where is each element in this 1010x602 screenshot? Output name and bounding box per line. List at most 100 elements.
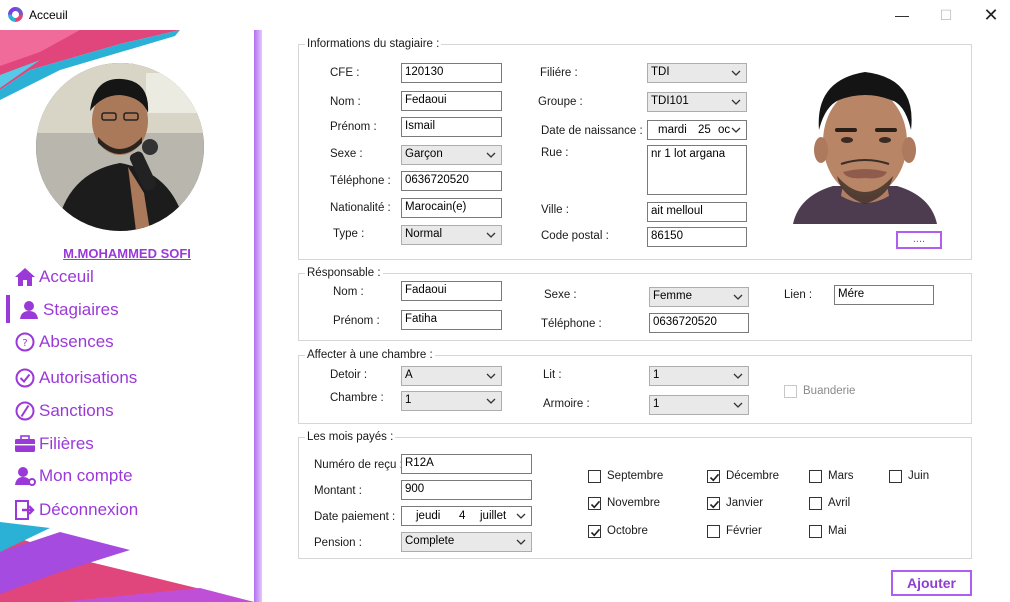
maximize-button[interactable]: ☐ [931,4,961,26]
chevron-down-icon [486,152,496,158]
responsable-sexe-select[interactable]: Femme [649,287,749,307]
month-checkbox-fevrier[interactable] [707,525,720,538]
ville-field[interactable]: ait melloul [647,202,747,222]
naissance-day: mardi [658,124,687,136]
detoir-value: A [405,369,413,381]
date-paiement-day: jeudi [416,510,441,522]
sexe-select[interactable]: Garçon [401,145,502,165]
add-button[interactable]: Ajouter [891,570,972,596]
montant-field[interactable]: 900 [401,480,532,500]
decorative-bottom-shape [0,522,254,602]
responsable-nom-label: Nom : [333,286,364,298]
nationalite-field[interactable]: Marocain(e) [401,198,502,218]
month-label-avril: Avril [828,497,851,509]
pension-value: Complete [405,535,455,547]
month-label-mars: Mars [828,470,854,482]
question-circle-icon: ? [14,331,36,353]
active-item-indicator [6,295,10,323]
armoire-select[interactable]: 1 [649,395,749,415]
filiere-value: TDI [651,66,670,78]
naissance-datepicker[interactable]: mardi 25 oc [647,120,747,140]
sidebar-item-stagiaires[interactable]: Stagiaires [18,296,254,324]
montant-label: Montant : [314,485,362,497]
month-checkbox-decembre[interactable] [707,470,720,483]
sidebar-item-acceuil[interactable]: Acceuil [14,263,250,291]
type-select[interactable]: Normal [401,225,502,245]
browse-photo-button[interactable]: .... [896,231,942,249]
month-checkbox-avril[interactable] [809,497,822,510]
responsable-telephone-label: Téléphone : [541,318,602,330]
nom-label: Nom : [330,96,361,108]
sidebar-item-filieres[interactable]: Filières [14,430,250,458]
user-name[interactable]: M.MOHAMMED SOFI [0,246,254,261]
sidebar-item-autorisations[interactable]: Autorisations [14,364,250,392]
sidebar-item-mon-compte[interactable]: Mon compte [14,462,250,490]
responsable-sexe-label: Sexe : [544,289,577,301]
chevron-down-icon [731,127,741,133]
month-checkbox-mars[interactable] [809,470,822,483]
groupe-select[interactable]: TDI101 [647,92,747,112]
sidebar-item-sanctions[interactable]: Sanctions [14,397,250,425]
buanderie-checkbox[interactable] [784,385,797,398]
lien-field[interactable]: Mére [834,285,934,305]
responsable-prenom-label: Prénom : [333,315,380,327]
check-circle-icon [14,367,36,389]
month-checkbox-septembre[interactable] [588,470,601,483]
armoire-label: Armoire : [543,398,590,410]
chevron-down-icon [516,539,526,545]
rue-field[interactable]: nr 1 lot argana [647,145,747,195]
naissance-month: oc [718,124,731,136]
sidebar-item-deconnexion[interactable]: Déconnexion [14,496,250,524]
sidebar-item-absences[interactable]: ? Absences [14,328,250,356]
month-checkbox-novembre[interactable] [588,497,601,510]
buanderie-label: Buanderie [803,385,856,397]
month-checkbox-janvier[interactable] [707,497,720,510]
naissance-num: 25 [698,124,711,136]
month-checkbox-juin[interactable] [889,470,902,483]
responsable-telephone-field[interactable]: 0636720520 [649,313,749,333]
sexe-label: Sexe : [330,148,363,160]
sidebar: M.MOHAMMED SOFI Acceuil Stagiaires ? Abs… [0,30,254,602]
date-paiement-datepicker[interactable]: jeudi 4 juillet [401,506,532,526]
home-icon [14,266,36,288]
sidebar-item-label: Mon compte [39,466,133,485]
pension-select[interactable]: Complete [401,532,532,552]
nom-field[interactable]: Fedaoui [401,91,502,111]
svg-text:?: ? [22,338,27,349]
month-label-fevrier: Février [726,525,762,537]
month-checkbox-octobre[interactable] [588,525,601,538]
chevron-down-icon [486,373,496,379]
cfe-field[interactable]: 120130 [401,63,502,83]
month-label-novembre: Novembre [607,497,661,509]
month-checkbox-mai[interactable] [809,525,822,538]
title-bar: Acceuil — ☐ ✕ [0,0,1010,30]
recu-field[interactable]: R12A [401,454,532,474]
recu-label: Numéro de reçu : [314,459,403,471]
minimize-button[interactable]: — [887,4,917,26]
stagiaire-photo [793,64,937,224]
month-label-decembre: Décembre [726,470,780,482]
lit-select[interactable]: 1 [649,366,749,386]
responsable-group-title: Résponsable : [305,267,383,279]
filiere-select[interactable]: TDI [647,63,747,83]
nationalite-label: Nationalité : [330,202,391,214]
avatar [36,63,204,231]
chambre-select[interactable]: 1 [401,391,502,411]
telephone-field[interactable]: 0636720520 [401,171,502,191]
code-postal-field[interactable]: 86150 [647,227,747,247]
window-title: Acceuil [29,8,68,22]
sidebar-item-label: Déconnexion [39,500,139,519]
responsable-nom-field[interactable]: Fadaoui [401,281,502,301]
photo-portrait-icon [793,64,937,224]
responsable-prenom-field[interactable]: Fatiha [401,310,502,330]
user-gear-icon [14,465,36,487]
cfe-label: CFE : [330,67,360,79]
chevron-down-icon [731,99,741,105]
close-button[interactable]: ✕ [976,4,1006,26]
chambre-label: Chambre : [330,392,384,404]
lien-label: Lien : [784,289,813,301]
detoir-select[interactable]: A [401,366,502,386]
chevron-down-icon [733,402,743,408]
type-value: Normal [405,228,443,240]
prenom-field[interactable]: Ismail [401,117,502,137]
